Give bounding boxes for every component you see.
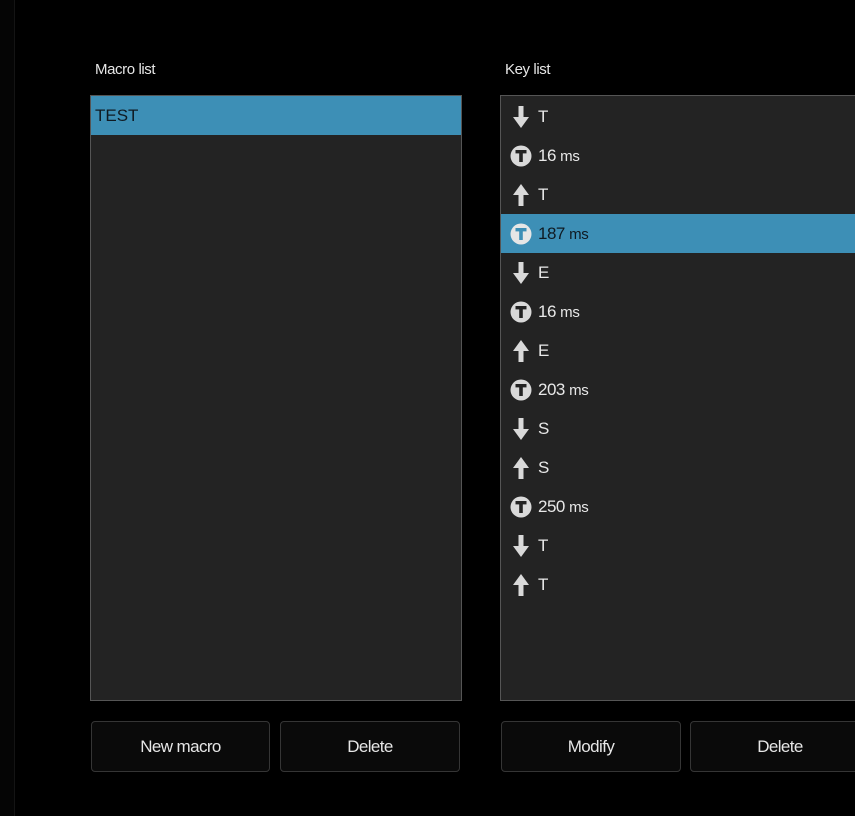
row-unit: ms <box>560 147 580 165</box>
key-list-item[interactable]: E <box>501 331 855 370</box>
row-value: 250 <box>538 496 565 516</box>
delay-value: 16 ms <box>538 302 580 322</box>
key-value: S <box>538 419 549 439</box>
macro-list-item[interactable]: TEST <box>91 96 461 135</box>
row-value: S <box>538 418 549 438</box>
row-value: 187 <box>538 223 565 243</box>
key-value: E <box>538 263 549 283</box>
timer-icon <box>510 222 532 246</box>
macro-name: TEST <box>95 105 139 125</box>
macro-list-label: Macro list <box>95 61 156 78</box>
key-list-item[interactable]: S <box>501 409 855 448</box>
key-list-item[interactable]: 16 ms <box>501 136 855 175</box>
key-value: E <box>538 341 549 361</box>
key-value: T <box>538 575 548 595</box>
key-list[interactable]: T 16 ms T 187 ms E 16 ms E 203 ms S S 250 ms T T <box>500 95 855 701</box>
delay-value: 203 ms <box>538 380 589 400</box>
key-list-item[interactable]: 16 ms <box>501 292 855 331</box>
delete-key-button[interactable]: Delete <box>690 721 855 772</box>
row-value: E <box>538 340 549 360</box>
row-value: 16 <box>538 301 556 321</box>
row-value: T <box>538 574 548 594</box>
row-unit: ms <box>569 381 589 399</box>
row-value: 16 <box>538 145 556 165</box>
delay-value: 250 ms <box>538 497 589 517</box>
arrow-down-icon <box>510 417 532 441</box>
key-list-label: Key list <box>505 61 551 78</box>
key-value: T <box>538 536 548 556</box>
row-unit: ms <box>560 303 580 321</box>
window-side-strip <box>0 0 15 816</box>
modify-key-button[interactable]: Modify <box>501 721 681 772</box>
arrow-down-icon <box>510 261 532 285</box>
new-macro-button[interactable]: New macro <box>91 721 270 772</box>
macro-list[interactable]: TEST <box>90 95 462 701</box>
arrow-down-icon <box>510 105 532 129</box>
macro-editor-window: Macro list TEST New macro Delete Key lis… <box>0 0 855 816</box>
row-unit: ms <box>569 498 589 516</box>
key-list-item[interactable]: T <box>501 526 855 565</box>
arrow-up-icon <box>510 456 532 480</box>
key-list-item[interactable]: 187 ms <box>501 214 855 253</box>
macro-list-rows: TEST <box>91 96 461 135</box>
key-list-item[interactable]: T <box>501 565 855 604</box>
key-list-item[interactable]: 203 ms <box>501 370 855 409</box>
key-value: T <box>538 185 548 205</box>
timer-icon <box>510 495 532 519</box>
row-value: S <box>538 457 549 477</box>
row-value: T <box>538 184 548 204</box>
arrow-down-icon <box>510 534 532 558</box>
key-list-item[interactable]: T <box>501 175 855 214</box>
arrow-up-icon <box>510 339 532 363</box>
key-list-item[interactable]: S <box>501 448 855 487</box>
delete-macro-button[interactable]: Delete <box>280 721 460 772</box>
row-value: T <box>538 106 548 126</box>
key-value: T <box>538 107 548 127</box>
row-value: 203 <box>538 379 565 399</box>
delay-value: 16 ms <box>538 146 580 166</box>
timer-icon <box>510 378 532 402</box>
key-list-rows: T 16 ms T 187 ms E 16 ms E 203 ms S S 250 ms T T <box>501 96 855 604</box>
arrow-up-icon <box>510 573 532 597</box>
delay-value: 187 ms <box>538 224 589 244</box>
timer-icon <box>510 300 532 324</box>
key-value: S <box>538 458 549 478</box>
row-value: T <box>538 535 548 555</box>
key-list-item[interactable]: 250 ms <box>501 487 855 526</box>
arrow-up-icon <box>510 183 532 207</box>
row-unit: ms <box>569 225 589 243</box>
key-list-item[interactable]: E <box>501 253 855 292</box>
timer-icon <box>510 144 532 168</box>
key-list-item[interactable]: T <box>501 97 855 136</box>
row-value: E <box>538 262 549 282</box>
